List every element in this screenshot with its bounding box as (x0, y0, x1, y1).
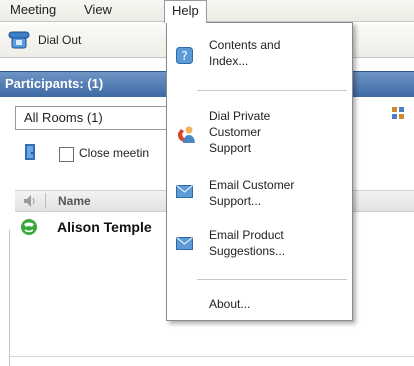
menu-separator (197, 90, 347, 91)
menu-help[interactable]: Help (164, 0, 207, 23)
door-icon (25, 144, 35, 160)
menu-item-label: About... (209, 297, 251, 311)
menu-item-label: Email Customer (209, 178, 295, 192)
menu-view[interactable]: View (77, 0, 119, 22)
menu-item-label: Support (209, 141, 252, 155)
svg-text:?: ? (181, 49, 187, 63)
participant-name: Alison Temple (57, 219, 152, 235)
menu-item-label: Email Product (209, 228, 284, 242)
envelope-icon (176, 185, 193, 198)
panel-bottom-line (10, 356, 414, 357)
telephone-icon (8, 31, 30, 49)
help-book-icon: ? (176, 47, 193, 64)
dial-support-icon (177, 126, 195, 143)
dial-out-label: Dial Out (38, 33, 82, 47)
menu-item-label: Support... (209, 194, 262, 208)
menu-item-label: Customer (209, 125, 262, 139)
column-divider (45, 193, 46, 209)
menu-item-about[interactable]: About... (167, 294, 352, 314)
close-meetings-checkbox[interactable] (59, 147, 74, 162)
menu-bar: Meeting View Help (0, 0, 414, 23)
speaker-icon[interactable] (23, 194, 37, 208)
menu-item-label: Dial Private (209, 109, 271, 123)
menu-item-contents-index[interactable]: ? Contents and Index... (167, 35, 352, 75)
envelope-icon (176, 237, 193, 250)
menu-item-label: Suggestions... (209, 244, 286, 258)
panel-left-border (9, 230, 10, 366)
room-select[interactable]: All Rooms (1) (15, 106, 175, 130)
menu-meeting[interactable]: Meeting (3, 0, 63, 22)
menu-item-email-support[interactable]: Email Customer Support... (167, 175, 352, 215)
close-meetings-label: Close meetin (79, 146, 150, 160)
menu-separator (197, 279, 347, 280)
menu-item-dial-private-support[interactable]: Dial Private Customer Support (167, 106, 352, 162)
column-name[interactable]: Name (58, 194, 91, 208)
menu-item-email-suggestions[interactable]: Email Product Suggestions... (167, 225, 352, 265)
menu-item-label: Index... (209, 54, 249, 68)
phone-connected-icon (21, 219, 37, 235)
dial-out-button[interactable]: Dial Out (8, 29, 81, 51)
help-menu-dropdown: ? Contents and Index... Dial Private Cus… (166, 22, 353, 321)
menu-item-label: Contents and (209, 38, 281, 52)
layout-icon[interactable] (392, 107, 406, 121)
